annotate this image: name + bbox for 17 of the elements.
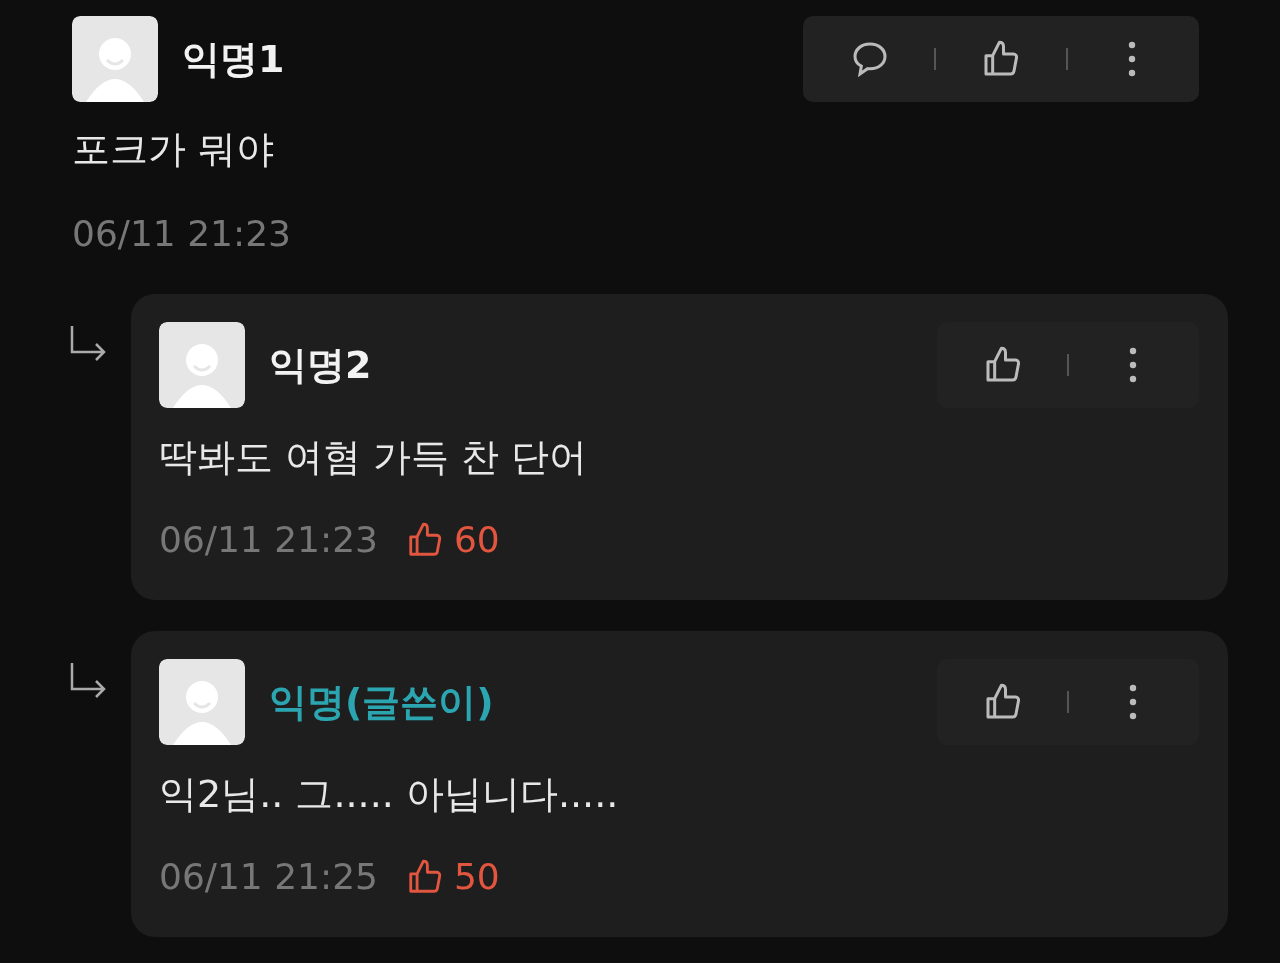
more-icon — [1127, 39, 1138, 79]
comment-time: 06/11 21:23 — [159, 519, 378, 560]
comment-time: 06/11 21:23 — [72, 213, 291, 254]
comment-text: 익2님.. 그..... 아닙니다..... — [159, 771, 620, 818]
comment-time: 06/11 21:25 — [159, 856, 378, 897]
more-icon — [1128, 345, 1138, 385]
comment-text: 딱봐도 여혐 가득 찬 단어 — [159, 434, 589, 481]
like-count: 50 — [453, 856, 500, 897]
author-name: 익명(글쓴이) — [269, 678, 495, 726]
avatar-icon — [72, 16, 158, 102]
avatar-icon — [159, 322, 245, 408]
author-name: 익명2 — [269, 341, 373, 389]
author-name: 익명1 — [182, 35, 286, 83]
comment-text: 포크가 뭐야 — [72, 126, 276, 173]
avatar-icon — [159, 659, 245, 745]
more-icon — [1128, 682, 1138, 722]
like-count: 60 — [453, 519, 500, 560]
